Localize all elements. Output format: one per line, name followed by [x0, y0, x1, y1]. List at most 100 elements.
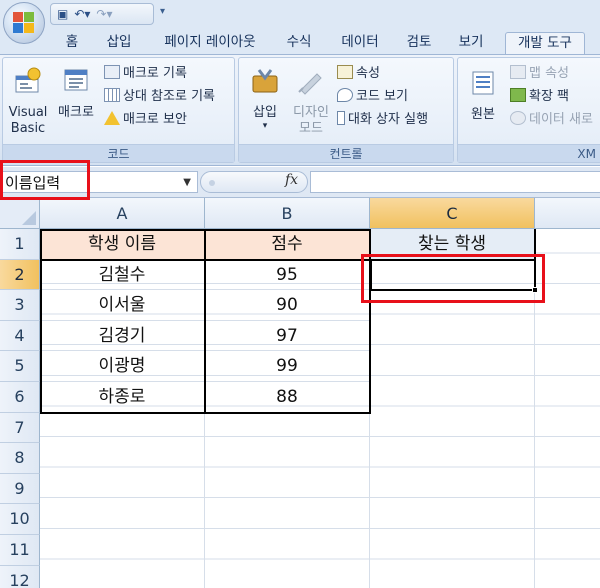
tab-view[interactable]: 보기	[450, 32, 492, 54]
group-xml-label: XM	[458, 144, 600, 162]
column-header-a[interactable]: A	[40, 198, 205, 229]
properties-icon	[337, 65, 353, 79]
design-mode-icon	[298, 73, 322, 95]
row-header-8[interactable]: 8	[0, 443, 40, 474]
cell-b1[interactable]: 점수	[205, 229, 370, 260]
group-controls: 삽입 ▾ 디자인 모드 속성 코드 보기 대화 상자 실행 컨트롤	[238, 57, 454, 163]
warning-icon	[104, 111, 120, 125]
column-header-b[interactable]: B	[205, 198, 370, 229]
view-code-label: 코드 보기	[356, 89, 408, 104]
map-properties-icon	[510, 65, 526, 79]
select-all-button[interactable]	[0, 198, 40, 229]
tab-review[interactable]: 검토	[398, 32, 440, 54]
visual-basic-label-1: Visual	[8, 105, 48, 120]
group-xml: 원본 맵 속성 확장 팩 데이터 새로 XM	[457, 57, 600, 163]
row-header-7[interactable]: 7	[0, 412, 40, 444]
row-header-2[interactable]: 2	[0, 259, 40, 291]
relative-reference-button[interactable]: 상대 참조로 기록	[104, 87, 215, 107]
run-dialog-button[interactable]: 대화 상자 실행	[337, 110, 428, 130]
record-macro-button[interactable]: 매크로 기록	[104, 64, 187, 84]
worksheet-grid[interactable]: A B C 1 2 3 4 5 6 7 8 9 10 11 12 학생 이름 점…	[0, 198, 600, 588]
view-code-icon	[337, 88, 353, 102]
visual-basic-icon	[15, 67, 41, 93]
cell-a3[interactable]: 이서울	[40, 290, 205, 321]
cell-b5[interactable]: 99	[205, 351, 370, 382]
column-header-d[interactable]	[535, 198, 600, 229]
record-macro-label: 매크로 기록	[123, 66, 187, 81]
cell-a4[interactable]: 김경기	[40, 320, 205, 352]
macros-icon	[64, 69, 88, 91]
visual-basic-button[interactable]: Visual Basic	[7, 66, 49, 137]
cell-c1[interactable]: 찾는 학생	[370, 229, 535, 260]
row-header-11[interactable]: 11	[0, 535, 40, 566]
group-code-label: 코드	[3, 144, 234, 162]
group-controls-label: 컨트롤	[239, 144, 453, 162]
cell-b4[interactable]: 97	[205, 320, 370, 352]
column-header-c[interactable]: C	[370, 198, 535, 229]
expansion-packs-button[interactable]: 확장 팩	[510, 87, 569, 107]
drag-handle-icon[interactable]	[209, 180, 215, 186]
name-box-dropdown-icon[interactable]: ▼	[183, 177, 191, 188]
insert-dropdown-icon: ▾	[262, 121, 268, 131]
source-button[interactable]: 원본	[462, 68, 504, 123]
ribbon-tabs: 홈 삽입 페이지 레이아웃 수식 데이터 검토 보기 개발 도구	[0, 28, 600, 54]
macro-security-button[interactable]: 매크로 보안	[104, 110, 187, 130]
save-icon[interactable]: ▣	[57, 8, 68, 20]
macro-security-label: 매크로 보안	[123, 112, 187, 127]
row-header-9[interactable]: 9	[0, 473, 40, 505]
tab-developer[interactable]: 개발 도구	[505, 32, 585, 54]
refresh-data-icon	[510, 111, 526, 125]
office-button[interactable]	[3, 2, 45, 44]
tab-data[interactable]: 데이터	[332, 32, 388, 54]
insert-function-button[interactable]: fx	[285, 172, 298, 188]
row-header-6[interactable]: 6	[0, 382, 40, 413]
refresh-data-button[interactable]: 데이터 새로	[510, 110, 593, 130]
formula-input[interactable]	[310, 171, 600, 193]
design-mode-label-1: 디자인	[293, 105, 329, 120]
redo-icon[interactable]: ↷▾	[96, 8, 112, 20]
cell-a6[interactable]: 하종로	[40, 382, 205, 413]
cell-b3[interactable]: 90	[205, 290, 370, 321]
fill-handle[interactable]	[532, 287, 538, 293]
row-header-1[interactable]: 1	[0, 229, 40, 260]
name-box-value: 이름입력	[5, 174, 61, 192]
visual-basic-label-2: Basic	[10, 121, 46, 136]
map-properties-button[interactable]: 맵 속성	[510, 64, 569, 84]
ribbon: Visual Basic 매크로 매크로 기록 상대 참조로 기록 매크로 보안…	[0, 54, 600, 166]
row-header-5[interactable]: 5	[0, 351, 40, 382]
formula-bar: 이름입력 ▼ fx	[0, 167, 600, 198]
formula-controls: fx	[200, 171, 308, 193]
cell-a5[interactable]: 이광명	[40, 351, 205, 382]
tab-insert[interactable]: 삽입	[98, 32, 140, 54]
source-label: 원본	[471, 107, 495, 122]
customize-qat-icon[interactable]: ▾	[160, 6, 165, 17]
cell-b6[interactable]: 88	[205, 382, 370, 413]
view-code-button[interactable]: 코드 보기	[337, 87, 408, 107]
design-mode-button[interactable]: 디자인 모드	[289, 66, 333, 137]
name-box[interactable]: 이름입력 ▼	[2, 171, 198, 193]
row-header-3[interactable]: 3	[0, 290, 40, 321]
c1-right-border	[534, 229, 536, 261]
run-dialog-label: 대화 상자 실행	[348, 112, 429, 127]
office-logo-icon	[13, 12, 35, 34]
row-header-12[interactable]: 12	[0, 565, 40, 588]
row-header-10[interactable]: 10	[0, 504, 40, 535]
expansion-packs-icon	[510, 88, 526, 102]
tab-formulas[interactable]: 수식	[278, 32, 320, 54]
quick-access-toolbar: ▣ ↶▾ ↷▾	[50, 3, 154, 25]
cell-a1[interactable]: 학생 이름	[40, 229, 205, 260]
insert-control-button[interactable]: 삽입 ▾	[245, 66, 285, 131]
tab-page-layout[interactable]: 페이지 레이아웃	[152, 32, 268, 54]
properties-label: 속성	[356, 66, 380, 81]
undo-icon[interactable]: ↶▾	[74, 8, 90, 20]
active-cell-c2[interactable]	[370, 259, 536, 291]
macros-button[interactable]: 매크로	[55, 66, 97, 121]
toolbox-icon	[252, 69, 278, 93]
refresh-data-label: 데이터 새로	[529, 112, 593, 127]
tab-home[interactable]: 홈	[58, 32, 86, 54]
properties-button[interactable]: 속성	[337, 64, 380, 84]
row-header-4[interactable]: 4	[0, 320, 40, 352]
cell-b2[interactable]: 95	[205, 259, 370, 291]
map-properties-label: 맵 속성	[529, 66, 570, 81]
cell-a2[interactable]: 김철수	[40, 259, 205, 291]
